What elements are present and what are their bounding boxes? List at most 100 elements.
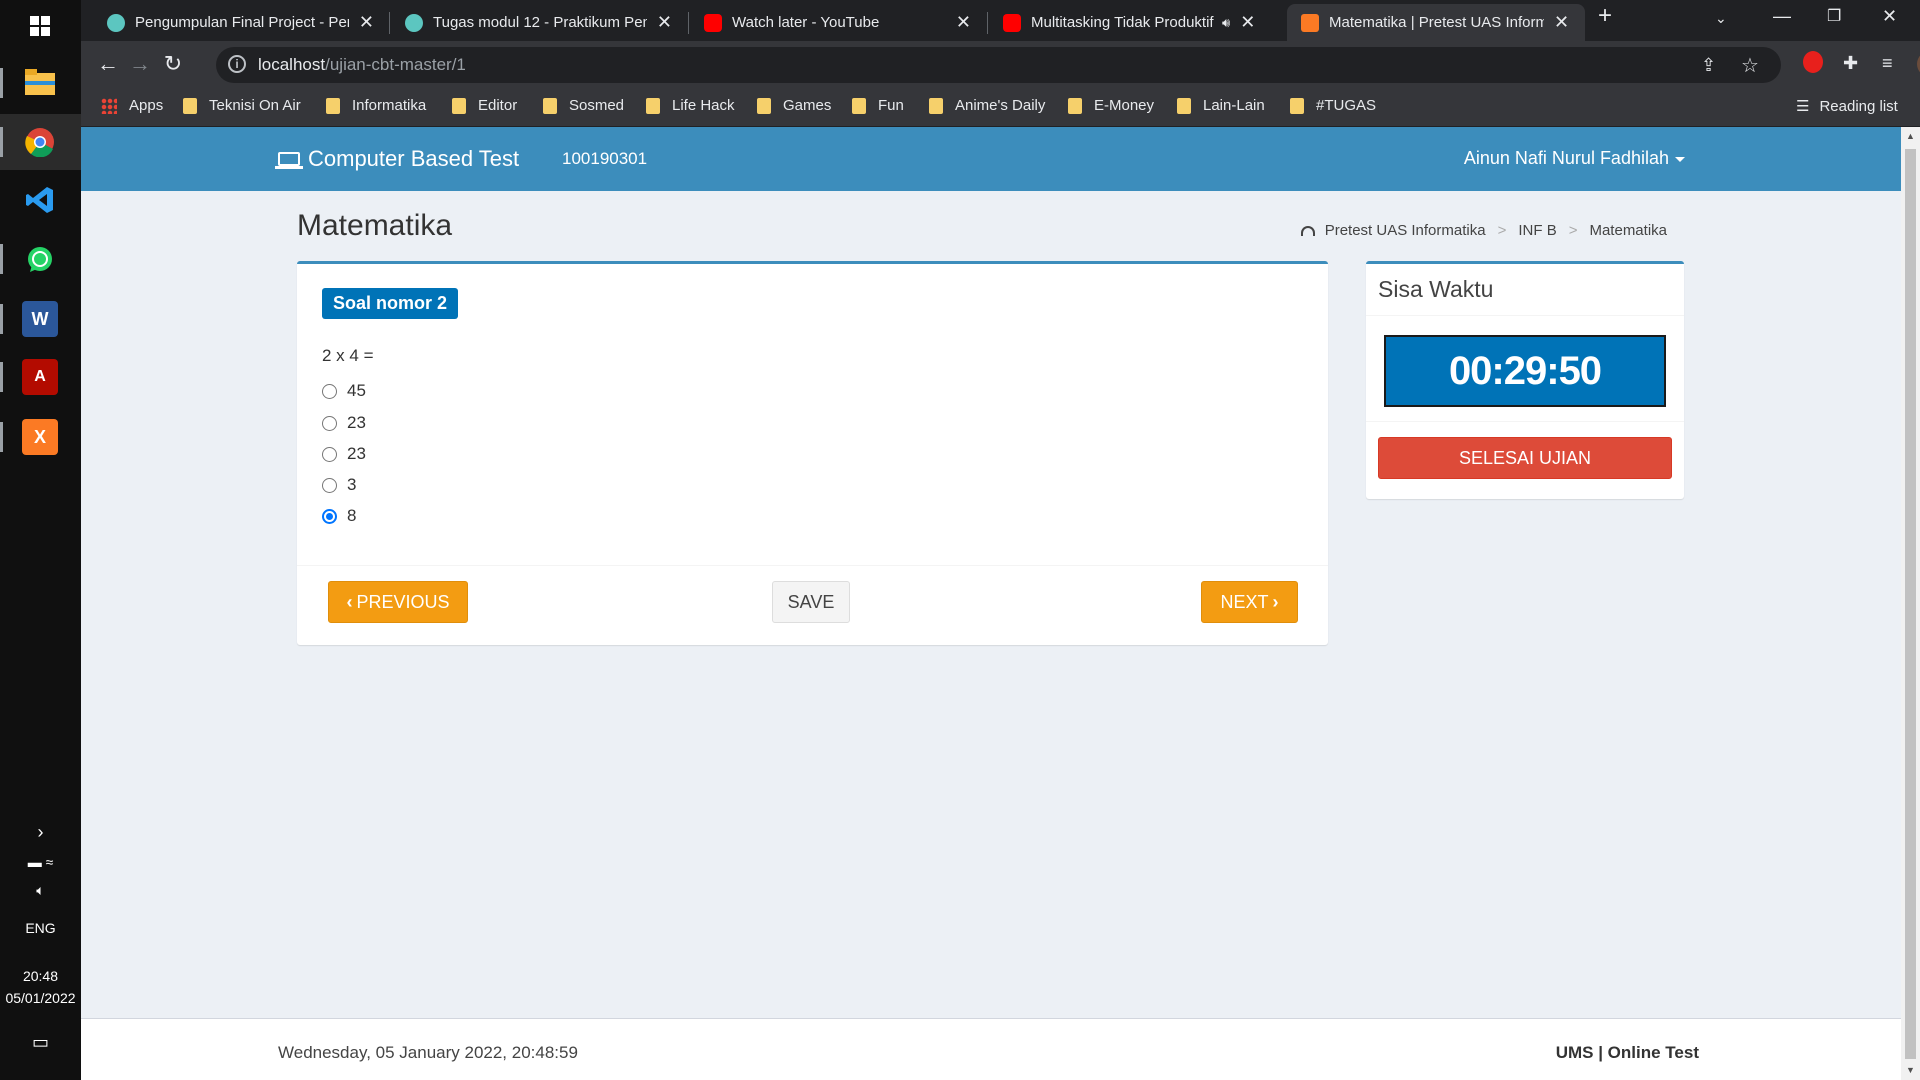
radio-button[interactable]	[322, 383, 337, 399]
bookmark-folder[interactable]: Informatika	[326, 97, 426, 114]
restore-icon[interactable]: ❐	[1827, 6, 1841, 26]
page-scrollbar[interactable]: ▲ ▼	[1901, 127, 1920, 1080]
reading-list-button[interactable]: ☰ Reading list	[1796, 97, 1898, 116]
bookmark-folder[interactable]: Editor	[452, 97, 517, 114]
breadcrumb: Pretest UAS Informatika > INF B > Matema…	[1300, 222, 1667, 239]
browser-tab[interactable]: Pengumpulan Final Project - Pem ✕	[93, 4, 388, 41]
next-button[interactable]: NEXT ›	[1201, 581, 1298, 623]
scrollbar-thumb[interactable]	[1905, 149, 1916, 1059]
answer-option[interactable]: 23	[322, 444, 366, 464]
bookmark-label: Editor	[478, 97, 518, 114]
close-tab-icon[interactable]: ✕	[956, 12, 971, 33]
chrome-icon[interactable]	[22, 124, 58, 160]
radio-button-checked[interactable]	[322, 508, 337, 524]
bookmark-apps[interactable]: Apps	[101, 97, 163, 114]
answer-option[interactable]: 3	[322, 475, 356, 495]
bookmarks-bar: Apps Teknisi On Air Informatika Editor S…	[81, 89, 1920, 127]
windows-start-icon[interactable]	[22, 8, 58, 44]
vscode-icon[interactable]	[22, 182, 58, 218]
finish-exam-button[interactable]: SELESAI UJIAN	[1378, 437, 1672, 479]
tab-title: Watch later - YouTube	[732, 14, 880, 31]
radio-button[interactable]	[322, 477, 337, 493]
word-icon[interactable]: W	[22, 301, 58, 337]
taskbar-date[interactable]: 05/01/2022	[0, 990, 81, 1006]
radio-button[interactable]	[322, 446, 337, 462]
share-icon[interactable]: ⇪	[1701, 55, 1716, 76]
url-path: /ujian-cbt-master/1	[325, 55, 466, 74]
footer-datetime: Wednesday, 05 January 2022, 20:48:59	[278, 1043, 578, 1062]
footer-brand: UMS | Online Test	[1555, 1043, 1699, 1062]
tab-title: Multitasking Tidak Produktif	[1031, 14, 1214, 31]
breadcrumb-separator: >	[1568, 222, 1578, 239]
volume-icon[interactable]: 🔈︎	[0, 882, 81, 899]
bookmark-label: Lain-Lain	[1203, 97, 1265, 114]
answer-option-selected[interactable]: 8	[322, 506, 356, 526]
save-button[interactable]: SAVE	[772, 581, 850, 623]
battery-wifi-icon[interactable]: ▬ ≈	[0, 854, 81, 870]
bookmark-folder[interactable]: E-Money	[1068, 97, 1154, 114]
bookmark-folder[interactable]: Life Hack	[646, 97, 735, 114]
new-tab-icon[interactable]: +	[1598, 2, 1612, 30]
answer-option[interactable]: 45	[322, 381, 366, 401]
extensions-icon[interactable]: ✚	[1843, 53, 1858, 74]
user-id: 100190301	[562, 149, 648, 168]
taskbar-language[interactable]: ENG	[0, 920, 81, 936]
app-brand[interactable]: Computer Based Test	[275, 146, 519, 172]
option-label: 8	[347, 506, 357, 525]
browser-tab[interactable]: Multitasking Tidak Produktif 🔊︎ ✕	[989, 4, 1284, 41]
scroll-down-icon[interactable]: ▼	[1906, 1065, 1915, 1075]
bookmark-folder[interactable]: Lain-Lain	[1177, 97, 1265, 114]
previous-button[interactable]: ‹ PREVIOUS	[328, 581, 468, 623]
bookmark-label: Informatika	[352, 97, 427, 114]
site-info-icon[interactable]: i	[228, 55, 246, 73]
browser-tab-active[interactable]: Matematika | Pretest UAS Inform ✕	[1287, 4, 1585, 41]
folder-icon	[929, 97, 943, 114]
bookmark-folder[interactable]: Anime's Daily	[929, 97, 1045, 114]
bookmark-folder[interactable]: Fun	[852, 97, 904, 114]
taskbar-running-indicator	[0, 422, 3, 452]
folder-icon	[543, 97, 557, 114]
bookmark-folder[interactable]: Teknisi On Air	[183, 97, 301, 114]
answer-option[interactable]: 23	[322, 413, 366, 433]
window-close-icon[interactable]: ✕	[1882, 6, 1897, 27]
youtube-icon	[704, 13, 722, 32]
minimize-icon[interactable]: —	[1773, 6, 1791, 27]
close-tab-icon[interactable]: ✕	[1554, 12, 1569, 33]
bookmark-label: Teknisi On Air	[209, 97, 301, 114]
chevron-right-icon: ›	[1272, 591, 1279, 612]
whatsapp-icon[interactable]	[22, 242, 58, 278]
breadcrumb-item[interactable]: INF B	[1518, 222, 1556, 239]
browser-tab[interactable]: Tugas modul 12 - Praktikum Pem ✕	[391, 4, 686, 41]
bookmark-folder[interactable]: Games	[757, 97, 831, 114]
adblock-extension-icon[interactable]	[1803, 51, 1823, 73]
user-menu[interactable]: Ainun Nafi Nurul Fadhilah	[1464, 148, 1685, 169]
close-tab-icon[interactable]: ✕	[359, 12, 374, 33]
chevron-right-icon[interactable]: ›	[0, 822, 81, 843]
close-tab-icon[interactable]: ✕	[657, 12, 672, 33]
close-tab-icon[interactable]: ✕	[1240, 12, 1255, 33]
bookmark-folder[interactable]: Sosmed	[543, 97, 624, 114]
browser-tab[interactable]: Watch later - YouTube ✕	[690, 4, 985, 41]
media-control-icon[interactable]: ≡	[1882, 53, 1893, 74]
bookmark-folder[interactable]: #TUGAS	[1290, 97, 1376, 114]
file-explorer-icon[interactable]	[22, 64, 58, 100]
tab-search-icon[interactable]: ⌄	[1715, 10, 1727, 27]
xampp-icon[interactable]: X	[22, 419, 58, 455]
breadcrumb-item[interactable]: Pretest UAS Informatika	[1325, 222, 1486, 239]
acrobat-icon[interactable]: A	[22, 359, 58, 395]
reload-icon[interactable]: ↻	[159, 51, 187, 77]
bookmark-label: Apps	[129, 97, 164, 114]
address-url[interactable]: localhost/ujian-cbt-master/1	[258, 55, 466, 75]
radio-button[interactable]	[322, 415, 337, 431]
dashboard-icon	[1300, 225, 1315, 236]
audio-playing-icon[interactable]: 🔊︎	[1222, 15, 1230, 31]
forward-icon[interactable]: →	[126, 51, 154, 77]
timer-title: Sisa Waktu	[1378, 276, 1494, 302]
back-icon[interactable]: ←	[94, 51, 122, 77]
taskbar-time[interactable]: 20:48	[0, 968, 81, 984]
address-bar[interactable]: i localhost/ujian-cbt-master/1 ⇪ ☆	[216, 47, 1781, 83]
notification-icon[interactable]: ▭	[0, 1032, 81, 1053]
scroll-up-icon[interactable]: ▲	[1906, 131, 1915, 141]
bookmark-star-icon[interactable]: ☆	[1741, 53, 1759, 78]
folder-icon	[326, 97, 340, 114]
